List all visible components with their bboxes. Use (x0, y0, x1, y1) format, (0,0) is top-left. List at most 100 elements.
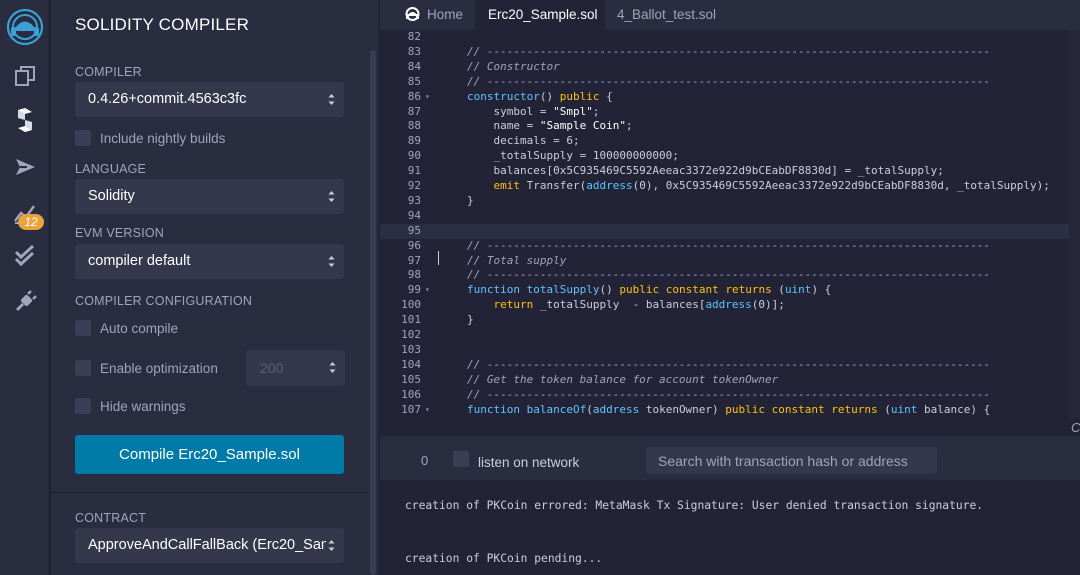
line-number: 87 (407, 104, 421, 118)
hide-warnings-row[interactable]: Hide warnings (75, 398, 186, 414)
code-line[interactable]: 107 ▾ function balanceOf(address tokenOwne… (380, 403, 1080, 418)
code-line[interactable]: 102 (380, 328, 1080, 343)
code-token: _totalSupply - balances[ (533, 298, 706, 312)
panel-scrollbar-thumb[interactable] (370, 50, 376, 575)
language-select[interactable]: Solidity (75, 179, 344, 214)
code-text: // Total supply (467, 254, 566, 269)
optimization-row[interactable]: Enable optimization (75, 360, 218, 376)
code-text: // -------------------------------------… (467, 268, 990, 283)
code-line[interactable]: 97 // Total supply (380, 254, 1080, 269)
code-line[interactable]: 88 name = "Sample Coin"; (380, 119, 1080, 134)
pending-tx-count: 0 (421, 453, 429, 468)
language-value: Solidity (88, 188, 135, 204)
code-line[interactable]: 84 // Constructor (380, 60, 1080, 75)
hide-warnings-checkbox[interactable] (75, 398, 91, 414)
code-text: // -------------------------------------… (467, 388, 990, 403)
code-line[interactable]: 95 (380, 223, 1080, 239)
auto-compile-checkbox[interactable] (75, 320, 91, 336)
code-token: // -------------------------------------… (467, 238, 991, 252)
code-line[interactable]: 92 emit Transfer(address(0), 0x5C935469C… (380, 179, 1080, 194)
line-number: 88 (407, 119, 421, 133)
nightly-builds-label: Include nightly builds (100, 130, 226, 146)
code-line[interactable]: 85 // -----------------------------------… (380, 75, 1080, 90)
line-number: 89 (407, 134, 421, 148)
code-line[interactable]: 98 // -----------------------------------… (380, 268, 1080, 283)
code-token: } (467, 193, 474, 207)
code-token: totalSupply (526, 283, 600, 297)
listen-network-checkbox[interactable] (453, 451, 469, 467)
code-line[interactable]: 106 // ----------------------------------… (380, 388, 1080, 403)
file-explorer-icon[interactable] (0, 61, 50, 91)
terminal-line: creation of PKCoin errored: MetaMask Tx … (405, 499, 984, 512)
code-token: constructor (467, 89, 540, 103)
code-line[interactable]: 99 ▾ function totalSupply() public constan… (380, 283, 1080, 298)
compiler-version-select[interactable]: 0.4.26+commit.4563c3fc (75, 82, 344, 117)
stepper-arrows-icon[interactable] (329, 360, 336, 375)
code-text: emit Transfer(address(0), 0x5C935469C559… (467, 179, 1050, 194)
code-line[interactable]: 87 symbol = "Smpl"; (380, 105, 1080, 120)
code-token: balances[0x5C935469C5592Aeeac3372e922d9b… (467, 164, 944, 178)
code-line[interactable]: 86 ▾ constructor() public { (380, 90, 1080, 105)
tab-ballot-test[interactable]: 4_Ballot_test.sol (617, 0, 747, 30)
terminal-resizer[interactable] (380, 419, 1080, 436)
code-text: symbol = "Smpl"; (467, 105, 599, 120)
icon-rail: 12 (0, 0, 50, 575)
optimization-label: Enable optimization (100, 360, 218, 376)
notification-badge: 12 (18, 214, 44, 230)
code-line[interactable]: 103 (380, 343, 1080, 358)
code-token: return (493, 298, 534, 312)
code-line[interactable]: 82 (380, 30, 1080, 45)
evm-version-select[interactable]: compiler default (75, 244, 344, 279)
line-number: 94 (407, 208, 421, 222)
remix-ide: 12 SOLIDITY COMPILER COMPILER 0.4.26+com… (0, 0, 1080, 575)
code-token: address (592, 402, 640, 416)
line-number: 82 (407, 30, 421, 43)
code-line[interactable]: 100 return _totalSupply - balances[addre… (380, 298, 1080, 313)
line-number: 104 (401, 357, 421, 371)
code-token: public (619, 283, 660, 297)
unit-testing-icon[interactable] (0, 241, 50, 271)
code-editor[interactable]: 82 83 // ---------------------------------… (380, 30, 1080, 419)
code-token: _totalSupply = 100000000000; (467, 149, 679, 163)
tab-erc20-sample[interactable]: Erc20_Sample.sol (475, 0, 605, 30)
contract-select[interactable]: ApproveAndCallFallBack (Erc20_Sample.sol… (75, 528, 344, 563)
nightly-builds-row[interactable]: Include nightly builds (75, 130, 225, 146)
code-token: constant (665, 283, 719, 297)
line-number: 97 (407, 253, 421, 267)
code-line[interactable]: 83 // -----------------------------------… (380, 45, 1080, 60)
fold-toggle-icon[interactable]: ▾ (425, 90, 430, 105)
terminal-search-input[interactable] (646, 447, 937, 474)
code-line[interactable]: 101} (380, 313, 1080, 328)
code-token: ( (771, 283, 785, 297)
code-line[interactable]: 96 // -----------------------------------… (380, 239, 1080, 254)
code-token: ( (877, 402, 891, 416)
plugin-manager-icon[interactable] (0, 287, 50, 317)
code-line[interactable]: 90 _totalSupply = 100000000000; (380, 149, 1080, 164)
optimization-runs-input[interactable]: 200 (246, 350, 345, 386)
code-text: // -------------------------------------… (467, 358, 990, 373)
code-token: emit (493, 179, 521, 192)
code-line[interactable]: 89 decimals = 6; (380, 134, 1080, 149)
code-line[interactable]: 91 balances[0x5C935469C5592Aeeac3372e922… (380, 164, 1080, 179)
line-number: 102 (401, 328, 421, 341)
auto-compile-row[interactable]: Auto compile (75, 320, 178, 336)
fold-toggle-icon[interactable]: ▾ (425, 283, 430, 298)
optimization-checkbox[interactable] (75, 360, 91, 376)
nightly-builds-checkbox[interactable] (75, 130, 91, 146)
deploy-run-icon[interactable] (0, 152, 50, 182)
compile-button[interactable]: Compile Erc20_Sample.sol (75, 435, 344, 474)
code-line[interactable]: 94 (380, 209, 1080, 224)
code-token: // -------------------------------------… (467, 387, 991, 401)
code-line[interactable]: 93} (380, 194, 1080, 209)
solidity-compiler-icon[interactable] (0, 105, 50, 135)
code-text: // -------------------------------------… (467, 239, 990, 254)
code-token: address (705, 298, 752, 312)
code-line[interactable]: 104 // ----------------------------------… (380, 358, 1080, 373)
code-line[interactable]: 105 // Get the token balance for account … (380, 373, 1080, 388)
code-token: symbol = (467, 104, 554, 118)
remix-logo-icon[interactable] (0, 8, 50, 46)
editor-scrollbar[interactable] (1069, 30, 1080, 419)
fold-toggle-icon[interactable]: ▾ (425, 403, 430, 418)
